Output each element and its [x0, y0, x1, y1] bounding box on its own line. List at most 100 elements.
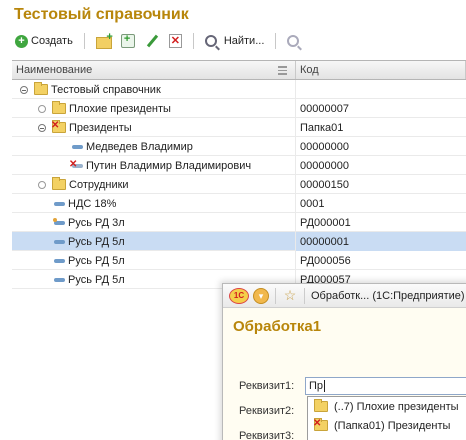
table-row[interactable]: НДС 18% 0001 [12, 194, 466, 213]
field1-input[interactable]: Пр [305, 377, 466, 395]
deleted-folder-icon [51, 120, 66, 133]
toolbar-separator [192, 33, 194, 49]
expand-icon[interactable] [38, 104, 46, 113]
item-icon [72, 144, 83, 149]
pencil-icon [145, 34, 159, 48]
toolbar: + Создать ✕ Найти... [12, 30, 302, 52]
deleted-item-icon [69, 160, 83, 170]
row-name: Путин Владимир Владимирович [86, 159, 252, 172]
folder-icon [314, 399, 328, 412]
text-caret [324, 380, 326, 392]
edit-button[interactable] [142, 31, 162, 51]
1c-logo-icon[interactable]: 1С [229, 287, 249, 304]
row-code: 00000150 [300, 178, 349, 191]
item-icon [54, 239, 65, 244]
table-row[interactable]: Путин Владимир Владимирович 00000000 [12, 156, 466, 175]
cancel-search-icon [287, 35, 300, 47]
name-cell: Медведев Владимир [12, 137, 296, 156]
field2-label: Реквизит2: [239, 405, 295, 417]
folder-add-icon [95, 31, 113, 49]
row-code: 00000001 [296, 232, 466, 251]
table-row[interactable]: Плохие президенты 00000007 [12, 99, 466, 118]
plus-icon: + [15, 34, 28, 48]
autocomplete-item-label: (Папка01) Президенты [334, 419, 451, 432]
titlebar-separator [275, 287, 276, 304]
row-name: Президенты [69, 121, 132, 134]
row-code: 00000000 [300, 140, 349, 153]
toolbar-separator [275, 33, 277, 49]
field3-label: Реквизит3: [239, 430, 295, 440]
table-row[interactable]: Русь РД 5л 00000001 [12, 232, 466, 251]
row-code: РД000056 [300, 254, 351, 267]
row-name: Русь РД 3л [68, 216, 125, 229]
row-name: Русь РД 5л [68, 235, 125, 248]
copy-icon [120, 33, 135, 48]
delete-mark-icon: ✕ [168, 34, 182, 48]
row-name: Плохие президенты [69, 102, 171, 115]
item-icon [54, 277, 65, 282]
name-cell: Плохие президенты [12, 99, 296, 118]
table-body: Тестовый справочник Плохие президенты 0000… [12, 80, 466, 289]
search-icon [204, 35, 217, 47]
row-name: НДС 18% [68, 197, 117, 210]
item-icon [53, 217, 65, 225]
collapse-icon[interactable] [20, 85, 28, 94]
name-cell: Сотрудники [12, 175, 296, 194]
name-cell: Президенты [12, 118, 296, 137]
column-header-name[interactable]: Наименование [12, 61, 296, 79]
delete-mark-button[interactable]: ✕ [166, 31, 185, 51]
column-header-code[interactable]: Код [296, 61, 466, 79]
toolbar-separator [83, 33, 85, 49]
dialog-titlebar: 1С ▾ ☆ Обработк... (1С:Предприятие) [223, 284, 466, 308]
table-row[interactable]: Сотрудники 00000150 [12, 175, 466, 194]
name-cell: Русь РД 5л [12, 232, 296, 251]
field1-label: Реквизит1: [239, 380, 295, 392]
sort-icon [278, 66, 287, 75]
row-code: РД000001 [300, 216, 351, 229]
star-icon[interactable]: ☆ [282, 287, 298, 304]
name-cell: Тестовый справочник [12, 80, 296, 99]
table-row[interactable]: Медведев Владимир 00000000 [12, 137, 466, 156]
row-code: 00000007 [300, 102, 349, 115]
row-name: Русь РД 5л [68, 254, 125, 267]
collapse-icon[interactable] [38, 123, 46, 132]
create-button-label: Создать [31, 35, 73, 47]
create-button[interactable]: + Создать [12, 31, 76, 51]
row-code: Папка01 [300, 121, 344, 134]
autocomplete-item[interactable]: (Папка01) Президенты [308, 416, 466, 435]
row-code: 0001 [300, 197, 325, 210]
dialog-header: Обработка1 [233, 318, 322, 335]
folder-icon [34, 82, 48, 95]
name-cell: Русь РД 3л [12, 213, 296, 232]
find-button[interactable]: Найти... [202, 31, 268, 51]
item-icon [54, 201, 65, 206]
table-row[interactable]: Русь РД 5л РД000056 [12, 251, 466, 270]
page-title: Тестовый справочник [14, 6, 189, 23]
expand-icon[interactable] [38, 180, 46, 189]
row-code: 00000000 [300, 159, 349, 172]
processing-dialog: 1С ▾ ☆ Обработк... (1С:Предприятие) Обра… [222, 283, 466, 440]
find-button-label: Найти... [223, 35, 265, 47]
name-cell: Русь РД 5л [12, 251, 296, 270]
cancel-search-button[interactable] [284, 31, 302, 51]
autocomplete-item[interactable]: (..7) Плохие президенты [308, 397, 466, 416]
name-cell: НДС 18% [12, 194, 296, 213]
chevron-down-icon[interactable]: ▾ [253, 287, 269, 304]
deleted-folder-icon [313, 418, 328, 431]
create-folder-button[interactable] [93, 31, 114, 51]
item-icon [54, 258, 65, 263]
table-row[interactable]: Президенты Папка01 [12, 118, 466, 137]
field1-value: Пр [309, 380, 324, 392]
table-header: Наименование Код [12, 61, 466, 80]
row-name: Сотрудники [69, 178, 129, 191]
folder-icon [52, 177, 66, 190]
name-cell: Путин Владимир Владимирович [12, 156, 296, 175]
copy-button[interactable] [118, 31, 138, 51]
row-name: Русь РД 5л [68, 273, 125, 286]
row-name: Медведев Владимир [86, 140, 193, 153]
dialog-window-title: Обработк... (1С:Предприятие) [311, 289, 465, 302]
row-code [296, 80, 466, 99]
table-row[interactable]: Русь РД 3л РД000001 [12, 213, 466, 232]
column-header-name-label: Наименование [16, 64, 93, 76]
table-row[interactable]: Тестовый справочник [12, 80, 466, 99]
